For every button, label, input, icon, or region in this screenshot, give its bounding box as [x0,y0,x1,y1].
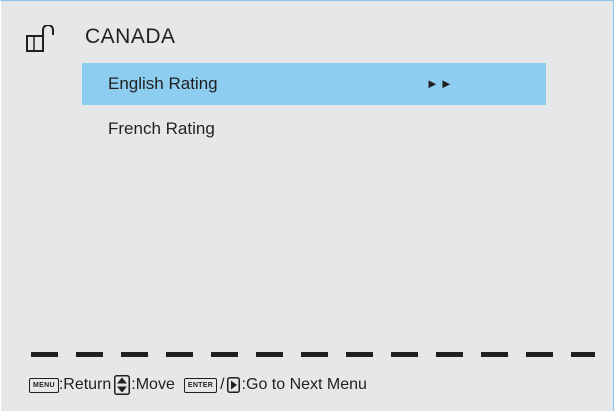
return-hint: :Return [58,376,112,393]
menu-key-icon: MENU [29,377,59,393]
up-down-arrow-icon [114,375,131,395]
menu-item-label: English Rating [108,74,218,93]
slash-separator: / [220,376,225,393]
move-hint: :Move [131,376,175,393]
right-arrow-key-icon [226,377,240,393]
help-bar: MENU :Return :Move ENTER / :Go to Next M… [29,374,367,396]
page-title: CANADA [85,25,176,48]
menu-item-label: French Rating [108,119,215,138]
menu-item-english-rating[interactable]: English Rating ►► [82,63,546,105]
rating-menu-screen: CANADA English Rating ►► French Rating M… [0,0,614,411]
enter-key-icon: ENTER [183,377,218,393]
submenu-arrow-icon: ►► [426,76,454,91]
next-menu-hint: :Go to Next Menu [241,376,367,393]
menu-item-french-rating[interactable]: French Rating [82,108,546,150]
unlocked-padlock-icon [26,25,54,52]
dashed-divider [31,352,595,357]
